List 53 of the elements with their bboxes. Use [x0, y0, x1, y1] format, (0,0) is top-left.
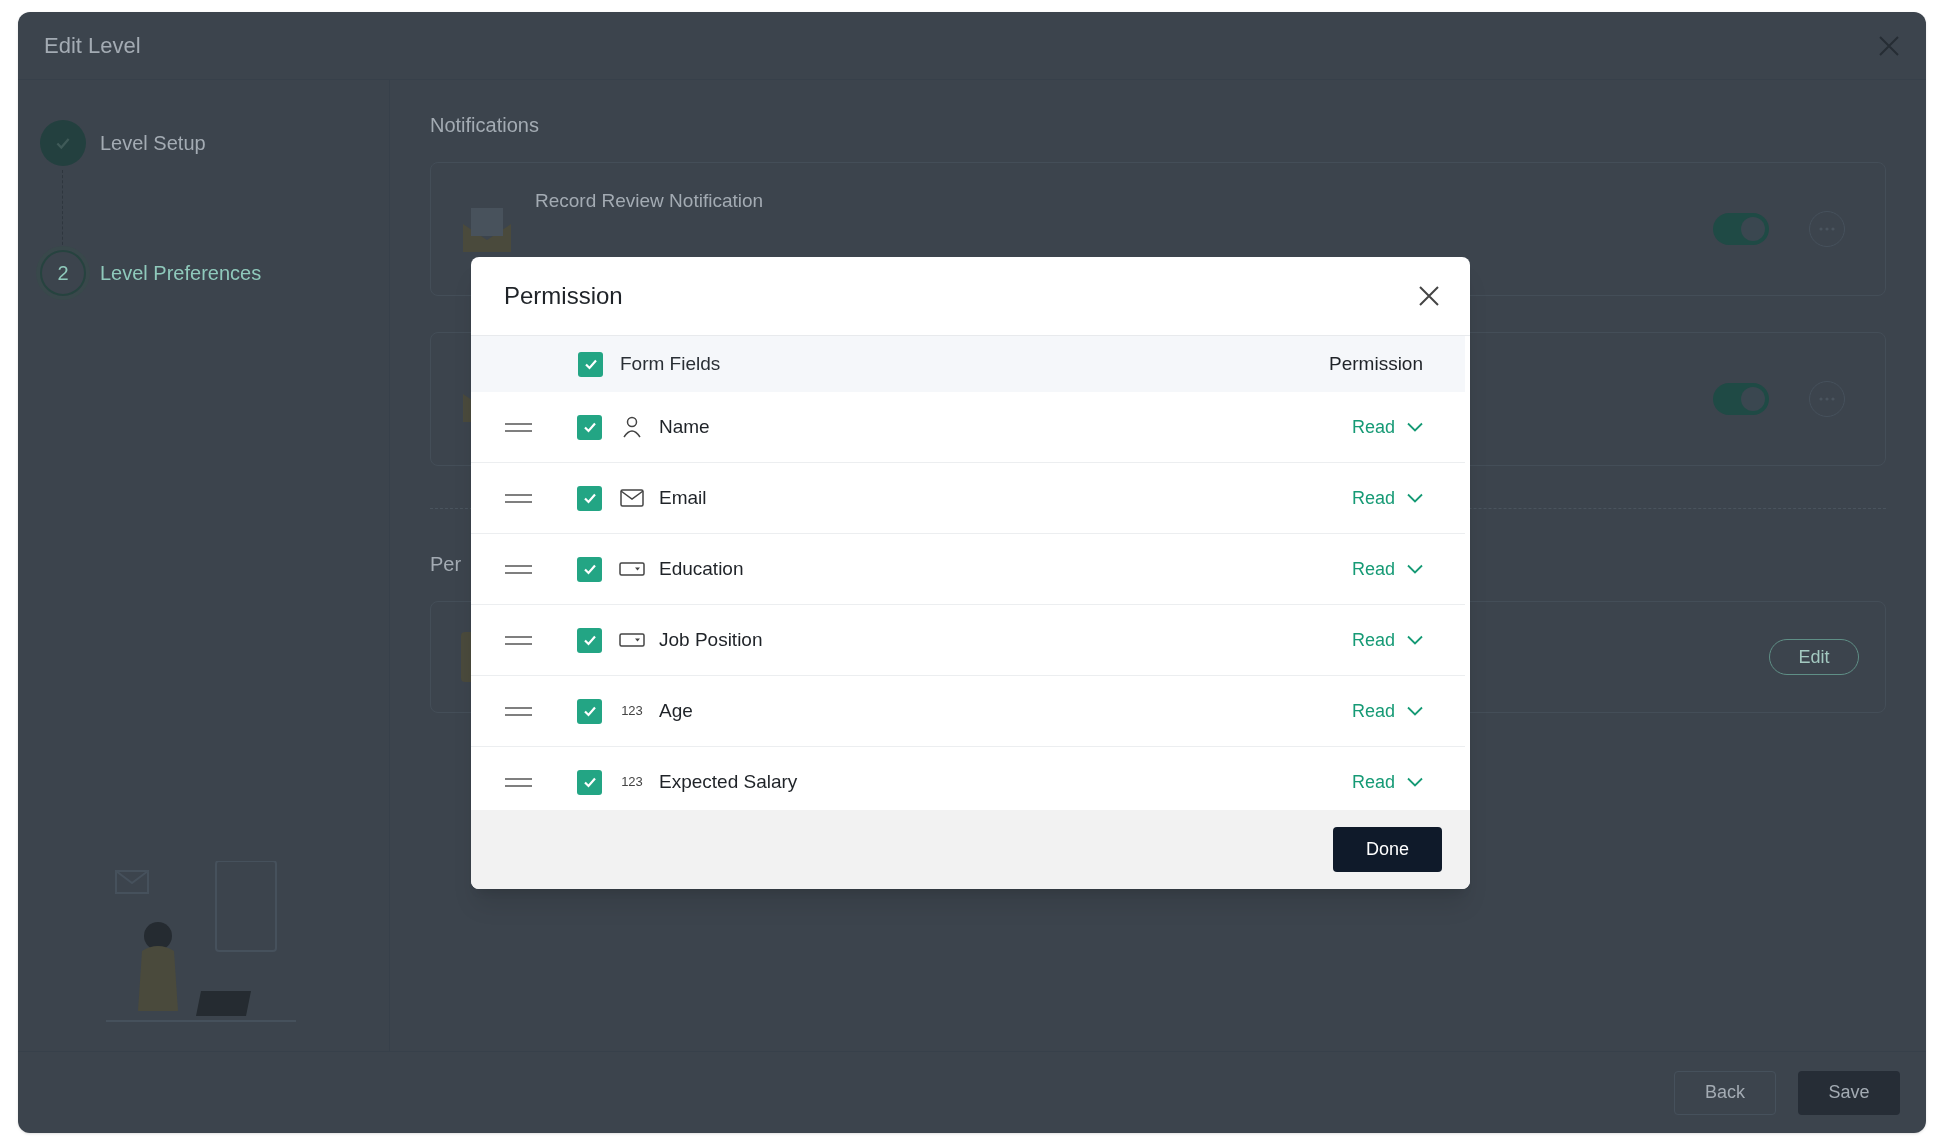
- permission-dropdown[interactable]: Read: [1351, 413, 1423, 441]
- mail-icon: [620, 489, 644, 507]
- number-field-icon: 123: [621, 772, 643, 792]
- chevron-down-icon: [1407, 493, 1423, 503]
- person-icon: [622, 416, 642, 438]
- field-name: Name: [659, 414, 710, 439]
- field-name: Age: [659, 698, 693, 723]
- dialog-title: Permission: [504, 281, 623, 311]
- back-button[interactable]: Back: [1674, 1070, 1776, 1115]
- chevron-down-icon: [1407, 564, 1423, 574]
- field-name: Education: [659, 556, 744, 581]
- dropdown-field-icon: [619, 633, 645, 647]
- field-name: Email: [659, 485, 707, 510]
- permission-dropdown[interactable]: Read: [1351, 626, 1423, 654]
- field-name: Job Position: [659, 627, 763, 652]
- drag-handle-icon[interactable]: [505, 422, 532, 432]
- window-title: Edit Level: [44, 32, 141, 60]
- field-name: Expected Salary: [659, 769, 798, 794]
- checkbox[interactable]: [577, 698, 602, 724]
- number-field-icon: 123: [621, 701, 643, 721]
- column-header: Form Fields: [620, 351, 721, 376]
- drag-handle-icon[interactable]: [505, 777, 532, 787]
- column-header: Permission: [1329, 351, 1423, 376]
- checkbox[interactable]: [577, 769, 602, 795]
- step-label: Level Setup: [100, 131, 206, 156]
- save-button[interactable]: Save: [1798, 1070, 1900, 1115]
- chevron-down-icon: [1407, 777, 1423, 787]
- notification-title: Record Review Notification: [535, 189, 764, 213]
- permission-dropdown[interactable]: Read: [1351, 697, 1423, 725]
- section-heading: Notifications: [430, 113, 539, 138]
- checkbox[interactable]: [577, 627, 602, 653]
- done-button[interactable]: Done: [1333, 827, 1442, 872]
- drag-handle-icon[interactable]: [505, 493, 532, 503]
- toggle-switch[interactable]: [1713, 383, 1769, 415]
- step-label: Level Preferences: [100, 261, 262, 286]
- checkbox[interactable]: [577, 485, 602, 511]
- dropdown-field-icon: [619, 562, 645, 576]
- section-heading: Per: [430, 552, 462, 577]
- drag-handle-icon[interactable]: [505, 635, 532, 645]
- permission-dropdown[interactable]: Read: [1351, 484, 1423, 512]
- chevron-down-icon: [1407, 635, 1423, 645]
- checkbox[interactable]: [577, 556, 602, 582]
- select-all-checkbox[interactable]: [578, 351, 603, 377]
- chevron-down-icon: [1407, 422, 1423, 432]
- toggle-switch[interactable]: [1713, 213, 1769, 245]
- drag-handle-icon[interactable]: [505, 564, 532, 574]
- chevron-down-icon: [1407, 706, 1423, 716]
- checkbox[interactable]: [577, 414, 602, 440]
- permission-dropdown[interactable]: Read: [1351, 768, 1423, 796]
- close-icon[interactable]: [1418, 285, 1440, 307]
- step-complete-icon: [40, 120, 86, 166]
- permission-dropdown[interactable]: Read: [1351, 555, 1423, 583]
- drag-handle-icon[interactable]: [505, 706, 532, 716]
